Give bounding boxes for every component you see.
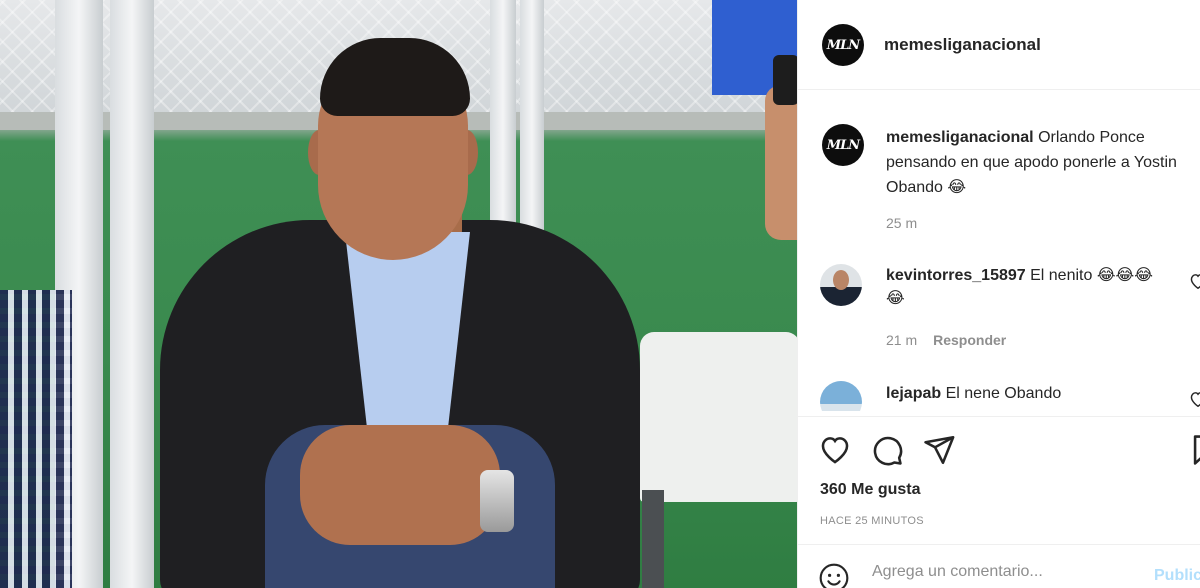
tent-pole (110, 0, 154, 588)
person-left-plaid-shirt (0, 290, 72, 588)
reply-button[interactable]: Responder (933, 332, 1006, 348)
comment-input[interactable] (872, 563, 1142, 581)
wrist-watch (480, 470, 514, 532)
comment-like-heart-icon[interactable] (1189, 273, 1200, 294)
caption-time[interactable]: 25 m (886, 215, 917, 231)
post-side-panel: MLN memesliganacional MLN memesliganacio… (797, 0, 1200, 588)
avatar[interactable] (820, 264, 862, 306)
comment-text: El nene Obando (945, 385, 1062, 402)
comment-icon[interactable] (870, 433, 904, 467)
white-chair (640, 332, 797, 502)
caption-meta: 25 m (886, 215, 917, 231)
list-item: kevintorres_15897 El nenito 😂😂😂😂 (886, 264, 1171, 310)
caption: memesliganacional Orlando Ponce pensando… (886, 125, 1186, 200)
post-photo[interactable] (0, 0, 797, 588)
caption-avatar[interactable]: MLN (822, 124, 864, 166)
header-username[interactable]: memesliganacional (884, 35, 1041, 55)
heart-icon[interactable] (818, 433, 852, 467)
publish-button[interactable]: Publicar (1154, 567, 1200, 585)
chair-leg (642, 490, 664, 588)
add-comment-bar: Publicar (798, 544, 1200, 588)
comment-meta: 21 m Responder (886, 332, 1006, 348)
comment-username[interactable]: kevintorres_15897 (886, 267, 1026, 284)
comment-time[interactable]: 21 m (886, 332, 917, 348)
bookmark-icon[interactable] (1188, 433, 1200, 467)
like-count[interactable]: 360 Me gusta (820, 481, 920, 499)
post-timestamp[interactable]: HACE 25 MINUTOS (820, 515, 924, 527)
paper-plane-icon[interactable] (922, 433, 956, 467)
post-header: MLN memesliganacional (798, 0, 1200, 90)
post-actions: 360 Me gusta HACE 25 MINUTOS (798, 416, 1200, 544)
tent-pole (490, 0, 516, 240)
man-hands (300, 425, 500, 545)
avatar[interactable] (820, 381, 862, 411)
avatar[interactable]: MLN (822, 24, 864, 66)
comment-username[interactable]: lejapab (886, 385, 941, 402)
person-right-arm (765, 55, 797, 240)
comment-like-heart-icon[interactable] (1189, 391, 1200, 411)
smiley-icon[interactable] (818, 562, 850, 588)
tent-pole (520, 0, 544, 240)
comments-list[interactable]: MLN memesliganacional Orlando Ponce pens… (798, 91, 1200, 411)
caption-username[interactable]: memesliganacional (886, 129, 1034, 146)
list-item: lejapab El nene Obando (886, 382, 1171, 405)
